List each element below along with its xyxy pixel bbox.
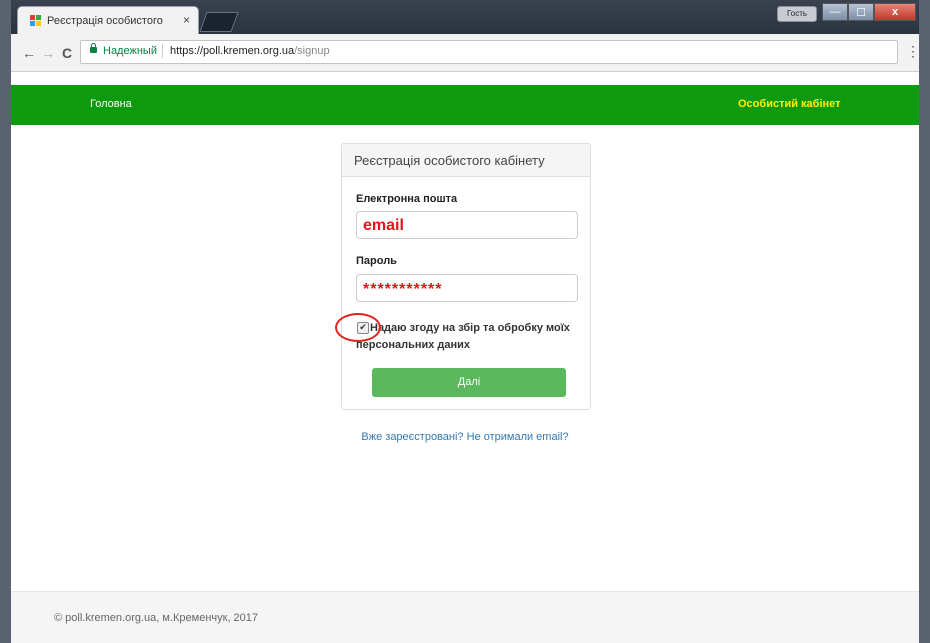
new-tab-button[interactable] — [199, 12, 239, 32]
secure-label: Надежный — [103, 45, 157, 57]
signup-panel: Реєстрація особистого кабінету Електронн… — [335, 143, 591, 410]
address-bar[interactable]: Надежный https://poll.kremen.org.ua/sign… — [80, 40, 898, 64]
forward-arrow-icon[interactable]: → — [41, 45, 55, 61]
password-label: Пароль — [356, 255, 397, 267]
consent-text: Надаю згоду на збір та обробку моїх перс… — [356, 322, 570, 351]
already-registered-link[interactable]: Вже зареєстровані? Не отримали email? — [11, 431, 919, 443]
browser-window: Реєстрація особистого × Гость — ☐ x ← → … — [11, 0, 919, 643]
email-label: Електронна пошта — [356, 193, 458, 205]
tab-title: Реєстрація особистого — [47, 15, 163, 27]
browser-menu-icon[interactable]: ⋮ — [906, 44, 919, 58]
panel-header: Реєстрація особистого кабінету — [342, 144, 590, 177]
page-footer: © poll.kremen.org.ua, м.Кременчук, 2017 — [11, 591, 919, 643]
lock-icon — [90, 43, 97, 53]
panel-title: Реєстрація особистого кабінету — [354, 153, 545, 168]
tab-close-icon[interactable]: × — [183, 13, 190, 27]
close-window-button[interactable]: x — [874, 3, 916, 21]
email-value: email — [363, 217, 404, 234]
browser-toolbar: ← → C Надежный https://poll.kremen.org.u… — [11, 34, 919, 72]
site-navbar: Головна Особистий кабінет — [11, 85, 919, 125]
next-button[interactable]: Далі — [372, 368, 566, 397]
minimize-button[interactable]: — — [822, 3, 848, 21]
title-bar: Реєстрація особистого × Гость — ☐ x — [11, 0, 919, 34]
password-value: *********** — [363, 281, 443, 298]
site-favicon-icon — [30, 15, 41, 26]
url-text: https://poll.kremen.org.ua/signup — [170, 45, 330, 57]
maximize-button[interactable]: ☐ — [848, 3, 874, 21]
annotation-circle — [335, 313, 381, 342]
nav-home-link[interactable]: Головна — [90, 98, 132, 110]
address-separator — [162, 44, 163, 58]
url-path: /signup — [294, 45, 330, 57]
email-field[interactable]: email — [356, 211, 578, 239]
password-field[interactable]: *********** — [356, 274, 578, 302]
window-controls: — ☐ x — [822, 3, 916, 21]
footer-copyright: © poll.kremen.org.ua, м.Кременчук, 2017 — [54, 612, 259, 624]
back-arrow-icon[interactable]: ← — [22, 45, 36, 61]
browser-tab[interactable]: Реєстрація особистого × — [17, 6, 199, 34]
guest-profile-button[interactable]: Гость — [777, 6, 817, 22]
reload-icon[interactable]: C — [62, 45, 72, 61]
nav-cabinet-link[interactable]: Особистий кабінет — [738, 98, 841, 110]
url-host: https://poll.kremen.org.ua — [170, 45, 295, 57]
